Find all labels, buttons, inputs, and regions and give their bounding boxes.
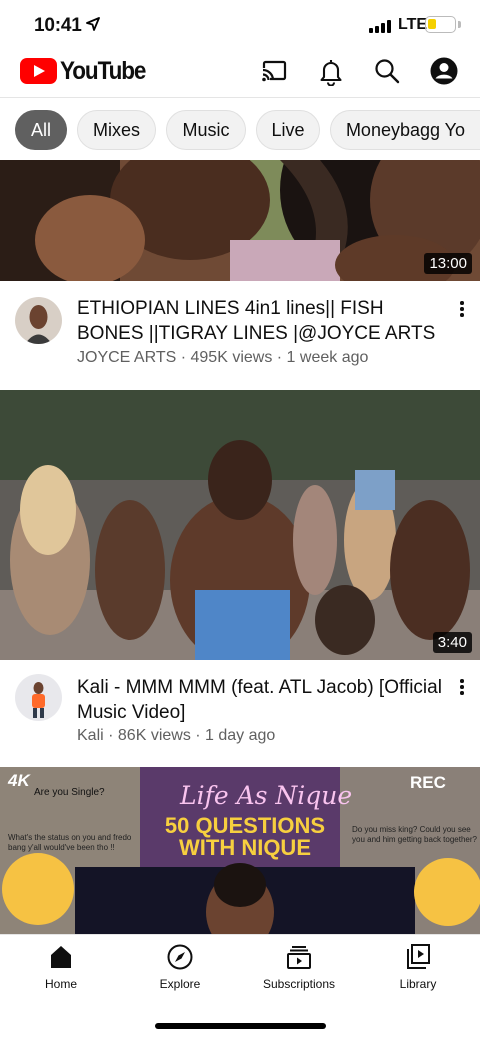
nav-home[interactable]: Home: [11, 943, 111, 991]
nav-label-explore: Explore: [159, 977, 201, 991]
channel-avatar[interactable]: [15, 297, 62, 344]
chip-mixes[interactable]: Mixes: [77, 110, 156, 150]
video-duration: 13:00: [424, 253, 472, 274]
video-thumbnail[interactable]: 4K Are you Single? Life As Nique 50 QUES…: [0, 767, 480, 934]
video-thumbnail[interactable]: 3:40: [0, 390, 480, 660]
video-duration: 3:40: [432, 632, 472, 653]
thumb-text-show: Life As Nique: [180, 781, 353, 810]
chip-live[interactable]: Live: [256, 110, 320, 150]
home-icon: [51, 946, 71, 968]
nav-label-library: Library: [399, 977, 437, 991]
nav-label-subscriptions: Subscriptions: [262, 977, 336, 991]
chip-all[interactable]: All: [15, 110, 67, 150]
search-icon[interactable]: [372, 56, 402, 86]
video-meta: JOYCE ARTS · 495K views · 1 week ago: [77, 349, 369, 366]
battery-level: [428, 19, 436, 29]
thumb-text-rec: REC: [410, 773, 446, 792]
home-indicator: [155, 1023, 326, 1029]
thumb-text-headline: 50 QUESTIONS WITH NIQUE: [164, 815, 326, 860]
more-options-icon[interactable]: [456, 299, 468, 319]
filter-chips-bar: All Mixes Music Live Moneybagg Yo: [0, 99, 480, 160]
thumb-text-question-right: Do you miss king? Could you see you and …: [352, 825, 477, 844]
video-thumbnail[interactable]: 13:00: [0, 160, 480, 281]
signal-icon: [369, 20, 393, 33]
nav-library[interactable]: Library: [368, 943, 468, 991]
play-logo-icon: [20, 58, 57, 84]
nav-explore[interactable]: Explore: [130, 943, 230, 991]
battery-icon: [425, 16, 456, 33]
nav-subscriptions[interactable]: Subscriptions: [249, 943, 349, 991]
status-bar: 10:41 LTE: [0, 0, 480, 50]
status-time: 10:41: [34, 15, 82, 36]
logo-text: YouTube: [60, 56, 146, 85]
thumb-text-single: Are you Single?: [34, 787, 105, 798]
account-icon[interactable]: [429, 56, 459, 86]
compass-icon: [167, 944, 193, 970]
more-options-icon[interactable]: [456, 677, 468, 697]
chip-music[interactable]: Music: [166, 110, 246, 150]
library-icon: [407, 944, 430, 969]
cast-icon[interactable]: [259, 56, 289, 86]
thumb-text-question-left: What's the status on you and fredo bang …: [8, 833, 132, 852]
thumb-text-4k: 4K: [8, 771, 30, 790]
youtube-logo[interactable]: YouTube: [20, 56, 155, 86]
nav-label-home: Home: [44, 977, 77, 991]
thumbnail-image: [0, 390, 480, 660]
video-title[interactable]: Kali - MMM MMM (feat. ATL Jacob) [Offici…: [77, 675, 447, 725]
channel-avatar[interactable]: [15, 674, 62, 721]
network-label: LTE: [398, 16, 428, 33]
notifications-icon[interactable]: [316, 56, 346, 86]
chip-moneybagg-yo[interactable]: Moneybagg Yo: [330, 110, 480, 150]
video-title[interactable]: ETHIOPIAN LINES 4in1 lines|| FISH BONES …: [77, 296, 447, 346]
subscriptions-icon: [287, 946, 311, 969]
video-meta: Kali · 86K views · 1 day ago: [77, 727, 276, 744]
location-arrow-icon: [86, 17, 100, 31]
top-app-bar: YouTube: [0, 50, 480, 98]
thumbnail-image: [0, 160, 480, 281]
